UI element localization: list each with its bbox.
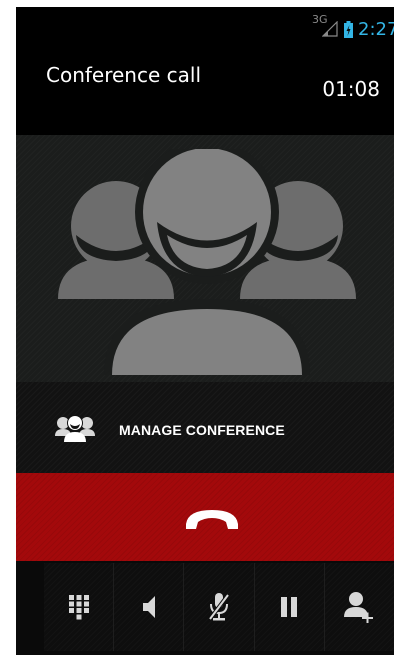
end-call-button[interactable]: [16, 473, 394, 561]
conference-avatar-icon: [58, 149, 356, 375]
hold-button[interactable]: [253, 563, 324, 651]
phone-screen: 3G 2:27 Conference call 01:08 MANAGE CON…: [16, 7, 394, 655]
call-timer: 01:08: [322, 77, 380, 101]
add-call-icon: [344, 592, 374, 623]
manage-conference-label: MANAGE CONFERENCE: [119, 422, 285, 438]
caller-photo-area: [16, 135, 394, 382]
status-bar: 3G 2:27: [16, 7, 394, 49]
add-call-button[interactable]: [323, 563, 394, 651]
call-header: Conference call 01:08: [16, 49, 394, 135]
hold-icon: [281, 597, 298, 617]
dialpad-icon: [68, 595, 89, 620]
status-time: 2:27: [358, 19, 394, 40]
mute-button[interactable]: [183, 563, 254, 651]
call-action-bar: [44, 563, 394, 651]
call-title: Conference call: [46, 63, 202, 87]
signal-icon: [322, 21, 338, 37]
battery-charging-icon: [344, 21, 353, 38]
group-icon: [55, 415, 95, 442]
hang-up-phone-icon: [186, 510, 238, 529]
speaker-icon: [142, 596, 155, 618]
mute-mic-icon: [208, 593, 230, 621]
dialpad-button[interactable]: [44, 563, 114, 651]
speaker-button[interactable]: [113, 563, 184, 651]
manage-conference-button[interactable]: MANAGE CONFERENCE: [16, 382, 394, 473]
